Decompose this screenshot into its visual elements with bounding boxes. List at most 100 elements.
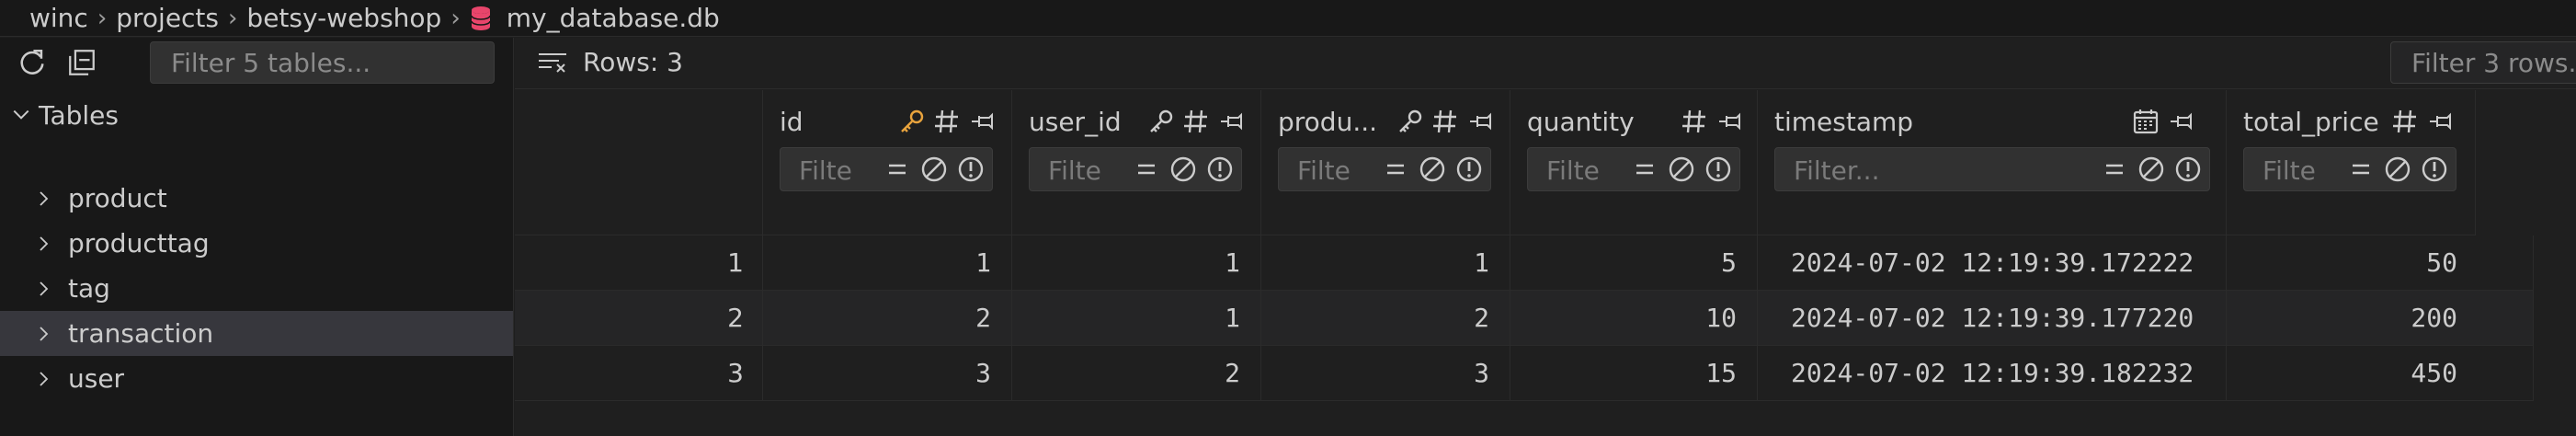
column-title: produ... (1278, 107, 1378, 137)
equals-icon[interactable] (2345, 154, 2377, 185)
column-filter-placeholder: Filter... (1297, 155, 1352, 186)
column-filter-placeholder: Filter... (2263, 155, 2318, 186)
cell-user-id[interactable]: 1 (1012, 291, 1261, 346)
null-icon[interactable] (2382, 154, 2413, 185)
pin-icon[interactable] (1465, 107, 1495, 136)
breadcrumb-betsy-webshop[interactable]: betsy-webshop (246, 3, 441, 33)
table-row[interactable]: 2 2 1 2 10 2024-07-02 12:19:39.177220 20… (515, 291, 2534, 346)
null-icon[interactable] (1168, 154, 1199, 185)
pin-icon[interactable] (967, 107, 997, 136)
table-row[interactable]: 1 1 1 1 5 2024-07-02 12:19:39.172222 50 (515, 235, 2534, 291)
chevron-right-icon (40, 371, 49, 386)
table-item-user[interactable]: user (0, 356, 513, 401)
info-icon[interactable] (2172, 154, 2204, 185)
cell-total-price[interactable]: 450 (2227, 346, 2534, 401)
table-item-transaction[interactable]: transaction (0, 311, 513, 356)
info-icon[interactable] (1453, 154, 1485, 185)
info-icon[interactable] (2419, 154, 2450, 185)
cell-product-id[interactable]: 3 (1261, 346, 1510, 401)
column-header-product-id[interactable]: produ... Filter... (1261, 90, 1510, 235)
pin-icon[interactable] (1216, 107, 1246, 136)
filter-rows-input[interactable]: Filter 3 rows... (2390, 41, 2576, 84)
cell-user-id[interactable]: 2 (1012, 346, 1261, 401)
column-filter-input[interactable]: Filter... (1527, 147, 1740, 191)
column-title: user_id (1029, 107, 1122, 137)
null-icon[interactable] (1666, 154, 1697, 185)
column-filter-placeholder: Filter... (799, 155, 854, 186)
table-item-label: user (68, 363, 125, 394)
breadcrumb-projects[interactable]: projects (116, 3, 219, 33)
null-icon[interactable] (2136, 154, 2167, 185)
column-header-user-id[interactable]: user_id Filter... (1012, 90, 1261, 235)
column-filter-input[interactable]: Filter... (780, 147, 993, 191)
chevron-right-icon: › (450, 4, 461, 32)
column-icons (2131, 107, 2195, 136)
chevron-right-icon (40, 235, 49, 251)
cell-product-id[interactable]: 2 (1261, 291, 1510, 346)
table-item-label: tag (68, 273, 110, 304)
hash-icon (1184, 109, 1207, 133)
column-filter-input[interactable]: Filter... (2243, 147, 2456, 191)
cell-product-id[interactable]: 1 (1261, 235, 1510, 291)
collapse-all-icon[interactable] (66, 47, 97, 78)
chevron-right-icon (40, 326, 49, 341)
filter-tables-input[interactable]: Filter 5 tables... (150, 41, 495, 84)
hash-icon (2393, 109, 2416, 133)
column-icons (1680, 107, 1744, 136)
pin-icon[interactable] (1715, 107, 1744, 136)
column-title: quantity (1527, 107, 1635, 137)
info-icon[interactable] (1204, 154, 1236, 185)
hash-icon (1682, 109, 1705, 133)
column-filter-placeholder: Filter... (1048, 155, 1103, 186)
breadcrumb-file[interactable]: my_database.db (507, 3, 720, 33)
column-header-total-price[interactable]: total_price Filter... (2227, 90, 2476, 235)
column-header-id[interactable]: id Filter... (763, 90, 1012, 235)
cell-user-id[interactable]: 1 (1012, 235, 1261, 291)
table-row[interactable]: 3 3 2 3 15 2024-07-02 12:19:39.182232 45… (515, 346, 2534, 401)
column-header-timestamp[interactable]: timestamp Filter... (1758, 90, 2227, 235)
cell-id[interactable]: 1 (763, 235, 1012, 291)
column-header-quantity[interactable]: quantity Filter... (1510, 90, 1758, 235)
null-icon[interactable] (1417, 154, 1448, 185)
null-icon[interactable] (918, 154, 950, 185)
equals-icon[interactable] (882, 154, 913, 185)
equals-icon[interactable] (1629, 154, 1660, 185)
cell-total-price[interactable]: 50 (2227, 235, 2534, 291)
column-filter-input[interactable]: Filter... (1774, 147, 2210, 191)
cell-total-price[interactable]: 200 (2227, 291, 2534, 346)
table-item-product[interactable]: product (0, 176, 513, 221)
chevron-right-icon (40, 281, 49, 296)
cell-id[interactable]: 2 (763, 291, 1012, 346)
equals-icon[interactable] (1131, 154, 1162, 185)
chevron-right-icon (40, 190, 49, 206)
cell-timestamp[interactable]: 2024-07-02 12:19:39.177220 (1758, 291, 2227, 346)
refresh-icon[interactable] (17, 47, 48, 78)
cell-quantity[interactable]: 5 (1510, 235, 1758, 291)
tables-tree-root[interactable]: Tables (0, 94, 513, 136)
key-icon (1150, 109, 1173, 132)
table-item-label: producttag (68, 228, 210, 258)
clear-filter-icon[interactable] (537, 51, 568, 75)
cell-quantity[interactable]: 15 (1510, 346, 1758, 401)
cell-id[interactable]: 3 (763, 346, 1012, 401)
cell-timestamp[interactable]: 2024-07-02 12:19:39.172222 (1758, 235, 2227, 291)
breadcrumb-winc[interactable]: winc (29, 3, 88, 33)
column-icons (897, 107, 997, 136)
column-icons (1146, 107, 1246, 136)
cell-timestamp[interactable]: 2024-07-02 12:19:39.182232 (1758, 346, 2227, 401)
pin-icon[interactable] (2425, 107, 2455, 136)
column-icons (2390, 107, 2455, 136)
info-icon[interactable] (955, 154, 986, 185)
info-icon[interactable] (1703, 154, 1734, 185)
equals-icon[interactable] (1380, 154, 1411, 185)
equals-icon[interactable] (2099, 154, 2130, 185)
column-filter-input[interactable]: Filter... (1029, 147, 1242, 191)
table-item-tag[interactable]: tag (0, 266, 513, 311)
cell-quantity[interactable]: 10 (1510, 291, 1758, 346)
column-filter-input[interactable]: Filter... (1278, 147, 1491, 191)
column-title: timestamp (1774, 107, 1914, 137)
tables-toolbar: Filter 5 tables... (0, 38, 513, 89)
chevron-down-icon (13, 109, 29, 120)
table-item-producttag[interactable]: producttag (0, 221, 513, 266)
pin-icon[interactable] (2166, 107, 2195, 136)
